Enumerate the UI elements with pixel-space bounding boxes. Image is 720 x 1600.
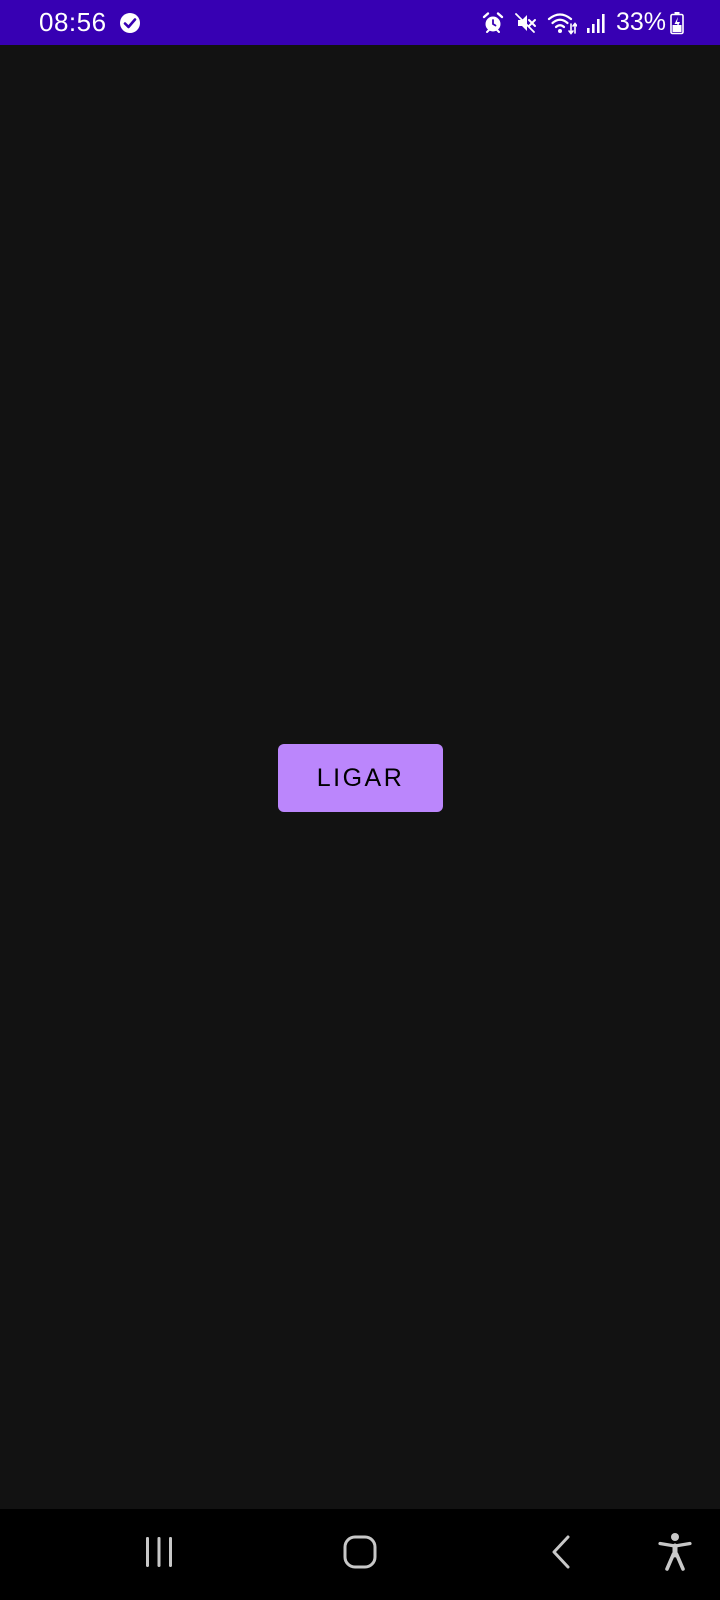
wifi-icon bbox=[547, 11, 577, 35]
back-icon bbox=[548, 1534, 576, 1575]
mute-icon bbox=[514, 11, 538, 35]
status-time: 08:56 bbox=[39, 7, 107, 37]
accessibility-icon bbox=[658, 1532, 692, 1577]
navigation-bar bbox=[0, 1509, 720, 1600]
battery-percent: 33% bbox=[615, 8, 666, 36]
home-icon bbox=[342, 1534, 378, 1575]
home-button[interactable] bbox=[315, 1509, 405, 1600]
alarm-icon bbox=[481, 11, 505, 35]
status-right: 33% bbox=[472, 8, 684, 37]
app-screen: 08:56 33% LIGAR bbox=[0, 0, 720, 1600]
check-circle-icon bbox=[119, 12, 141, 34]
recents-icon bbox=[142, 1535, 176, 1574]
recents-button[interactable] bbox=[114, 1509, 204, 1600]
status-left: 08:56 bbox=[39, 7, 141, 38]
status-bar: 08:56 33% bbox=[0, 0, 720, 45]
battery-charging-icon bbox=[670, 11, 684, 35]
ligar-button[interactable]: LIGAR bbox=[278, 744, 443, 812]
signal-icon bbox=[586, 11, 608, 35]
back-button[interactable] bbox=[517, 1509, 607, 1600]
accessibility-button[interactable] bbox=[630, 1509, 720, 1600]
